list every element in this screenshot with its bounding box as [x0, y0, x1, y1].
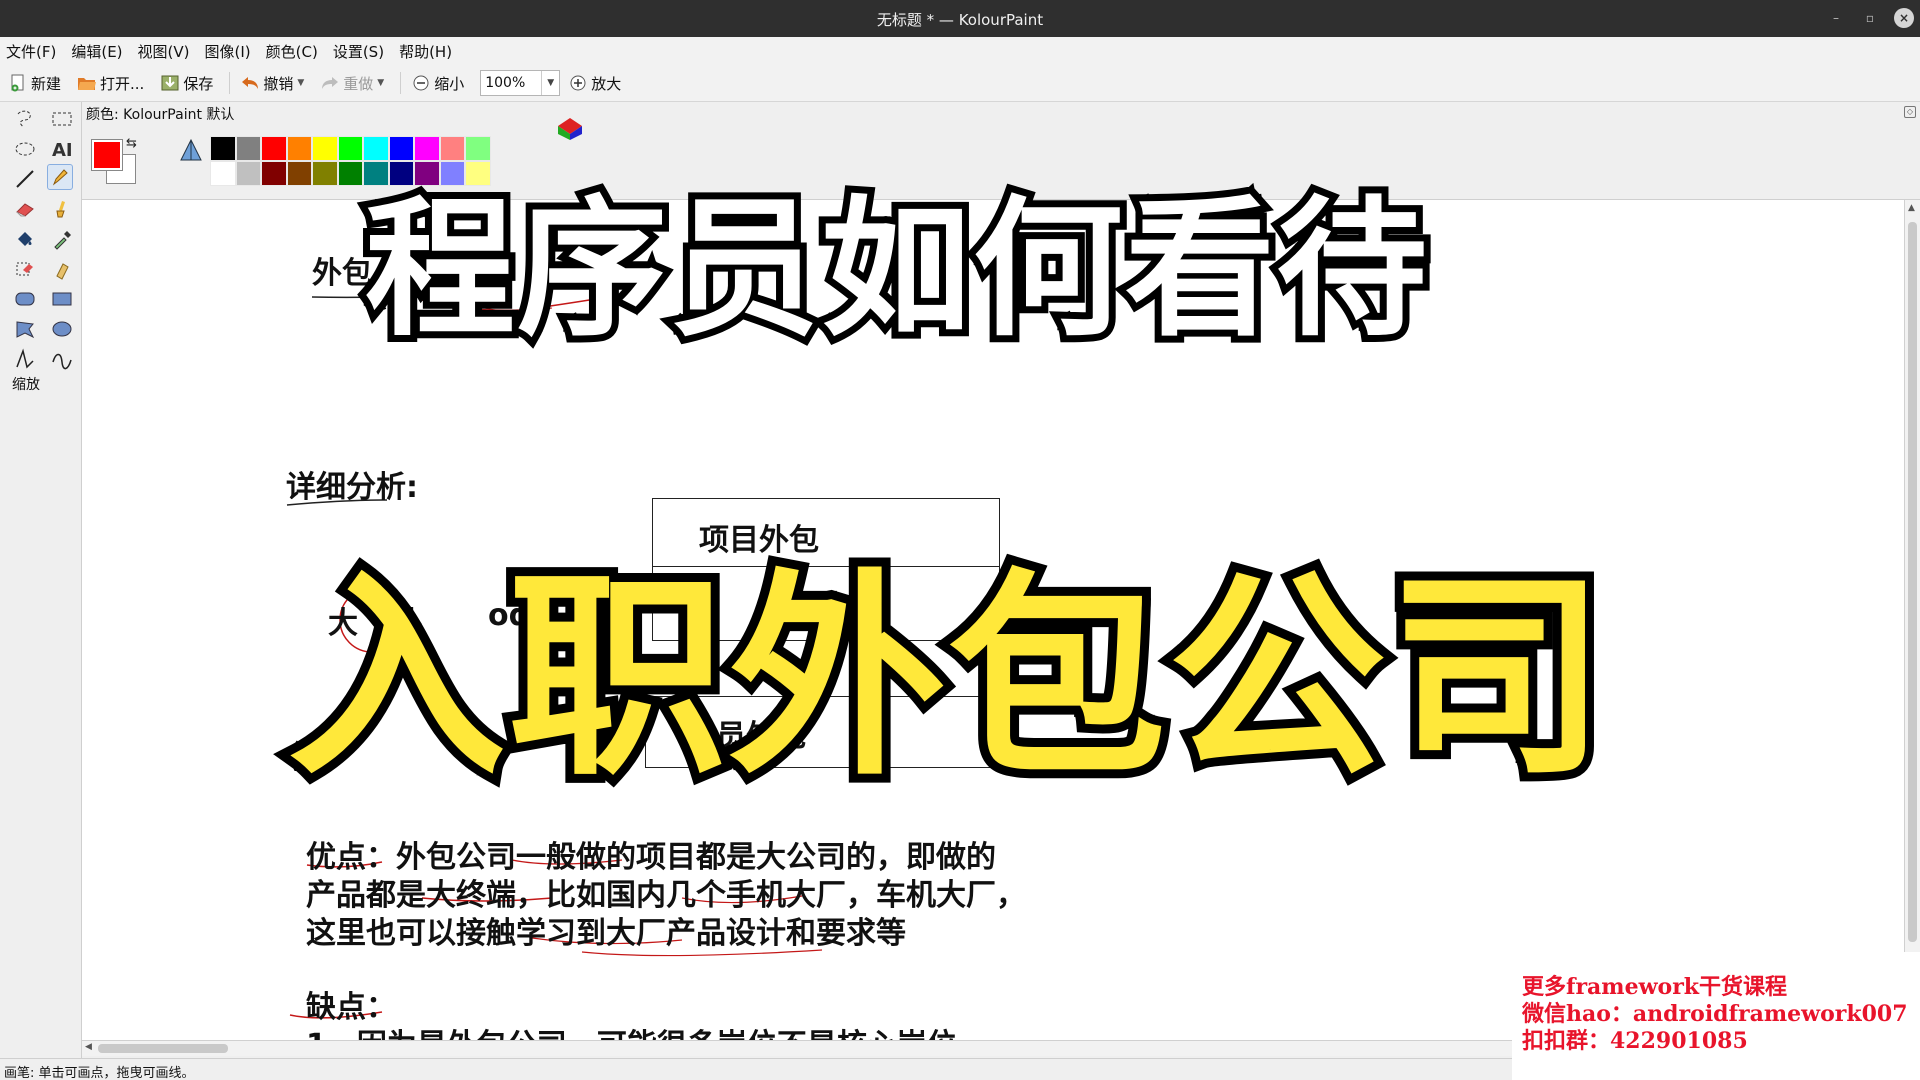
- color-swatch[interactable]: [312, 136, 338, 161]
- new-button[interactable]: 新建: [8, 73, 61, 94]
- color-swatch[interactable]: [337, 161, 363, 186]
- rounded-rect-icon[interactable]: [12, 286, 38, 312]
- color-swatch[interactable]: [286, 161, 312, 186]
- main-toolbar: 新建 打开... 保存 撤销 ▼ 重做 ▼ 缩小 100% ▼ 放大: [0, 65, 1920, 102]
- color-swatch[interactable]: [210, 161, 236, 186]
- svg-text:AI: AI: [52, 140, 73, 160]
- zoom-value[interactable]: 100%: [481, 75, 541, 91]
- color-swatch[interactable]: [312, 161, 338, 186]
- eraser-icon[interactable]: [12, 196, 38, 222]
- open-button-label: 打开...: [100, 74, 145, 93]
- rect-select-icon[interactable]: [49, 106, 75, 132]
- undo-button-label: 撤销: [263, 74, 294, 93]
- cons-line-1: 1、因为是外包公司，可能很多岗位不是核心岗位: [306, 1020, 957, 1040]
- color-similarity-icon[interactable]: [178, 138, 204, 164]
- window-title: 无标题 * — KolourPaint: [876, 11, 1044, 29]
- menu-help[interactable]: 帮助(H): [399, 41, 452, 62]
- horizontal-scroll-thumb[interactable]: [98, 1044, 228, 1053]
- promo-line-2: 微信hao：androidframework007: [1522, 1001, 1908, 1027]
- undo-icon: [242, 77, 259, 89]
- promo-line-1: 更多framework干货课程: [1522, 974, 1788, 1000]
- zoom-in-label: 放大: [591, 74, 622, 93]
- toolbar-separator: [400, 72, 402, 94]
- menu-settings[interactable]: 设置(S): [333, 41, 384, 62]
- polyline-icon[interactable]: [12, 346, 38, 372]
- save-button[interactable]: 保存: [160, 73, 213, 94]
- kolourpaint-window: 无标题 * — KolourPaint – ▫ × 文件(F) 编辑(E) 视图…: [0, 0, 1920, 1080]
- zoom-in-icon: [570, 75, 586, 91]
- undo-button[interactable]: 撤销 ▼: [240, 73, 304, 94]
- menu-image[interactable]: 图像(I): [205, 41, 251, 62]
- color-swatch[interactable]: [286, 136, 312, 161]
- spraycan-icon[interactable]: [49, 256, 75, 282]
- menu-bar: 文件(F) 编辑(E) 视图(V) 图像(I) 颜色(C) 设置(S) 帮助(H…: [0, 37, 1920, 65]
- fg-bg-color-selector[interactable]: ⇆: [88, 136, 138, 184]
- zoom-out-label: 缩小: [434, 74, 465, 93]
- save-button-label: 保存: [183, 74, 214, 93]
- color-picker-icon[interactable]: [49, 226, 75, 252]
- chevron-down-icon[interactable]: ▼: [541, 71, 559, 95]
- rectangle-icon[interactable]: [49, 286, 75, 312]
- status-text: 画笔: 单击可画点，拖曳可画线。: [4, 1066, 195, 1080]
- free-form-select-icon[interactable]: [12, 106, 38, 132]
- color-swatch[interactable]: [235, 161, 261, 186]
- zoom-out-icon: [413, 75, 429, 91]
- ellipse-icon[interactable]: [49, 316, 75, 342]
- flood-fill-icon[interactable]: [12, 226, 38, 252]
- redo-button-label: 重做: [343, 74, 374, 93]
- overlay-title-line-2: 入职外包公司: [279, 543, 1615, 814]
- vertical-scroll-thumb[interactable]: [1908, 222, 1917, 942]
- zoom-out-button[interactable]: 缩小: [411, 73, 464, 94]
- maximize-button[interactable]: ▫: [1860, 8, 1880, 28]
- color-swatch[interactable]: [337, 136, 363, 161]
- text-tool-icon[interactable]: AI: [49, 136, 75, 162]
- color-swatch[interactable]: [261, 161, 287, 186]
- folder-open-icon: [78, 78, 97, 90]
- vertical-scrollbar[interactable]: ▲: [1904, 200, 1920, 1040]
- undo-dropdown-icon[interactable]: ▼: [297, 78, 304, 88]
- color-swatch[interactable]: [261, 136, 287, 161]
- redo-dropdown-icon[interactable]: ▼: [377, 78, 384, 88]
- zoom-in-button[interactable]: 放大: [568, 73, 621, 94]
- scroll-left-icon[interactable]: ◀: [85, 1042, 92, 1052]
- save-icon: [161, 75, 179, 91]
- color-scheme-label: 颜色: KolourPaint 默认: [86, 107, 235, 123]
- redo-button[interactable]: 重做 ▼: [320, 73, 384, 94]
- toolbar-separator: [229, 72, 231, 94]
- overlay-title-line-1: 程序员如何看待: [358, 176, 1434, 364]
- open-button[interactable]: 打开...: [77, 73, 144, 94]
- dock-float-icon[interactable]: ◇: [1904, 106, 1916, 118]
- new-button-label: 新建: [31, 74, 62, 93]
- doc-heading-top: 外包: [312, 256, 372, 291]
- close-button[interactable]: ×: [1894, 8, 1914, 28]
- brush-icon[interactable]: [49, 196, 75, 222]
- ellipse-select-icon[interactable]: [12, 136, 38, 162]
- zoom-tool-label[interactable]: 缩放: [12, 374, 40, 394]
- color-eraser-icon[interactable]: [12, 256, 38, 282]
- menu-view[interactable]: 视图(V): [138, 41, 190, 62]
- pros-line-3: 这里也可以接触学习到大厂产品设计和要求等: [306, 916, 906, 951]
- zoom-combo[interactable]: 100% ▼: [480, 70, 561, 96]
- foreground-color[interactable]: [91, 139, 123, 171]
- redo-icon: [322, 77, 339, 89]
- menu-colors[interactable]: 颜色(C): [266, 41, 318, 62]
- pen-tool-icon[interactable]: [47, 164, 73, 190]
- swap-colors-icon[interactable]: ⇆: [126, 136, 137, 151]
- promo-watermark: 更多framework干货课程 微信hao：androidframework00…: [1512, 952, 1920, 1080]
- menu-file[interactable]: 文件(F): [6, 41, 56, 62]
- curve-icon[interactable]: [49, 346, 75, 372]
- title-bar: 无标题 * — KolourPaint – ▫ ×: [0, 0, 1920, 37]
- tool-box: AI 缩放: [0, 102, 82, 1058]
- polygon-icon[interactable]: [12, 316, 38, 342]
- promo-line-3: 扣扣群：422901085: [1522, 1028, 1748, 1054]
- color-swatch[interactable]: [235, 136, 261, 161]
- color-cube-icon: [558, 118, 582, 140]
- scroll-up-icon[interactable]: ▲: [1908, 203, 1915, 213]
- new-file-icon: [11, 74, 24, 92]
- line-tool-icon[interactable]: [12, 166, 38, 192]
- minimize-button[interactable]: –: [1826, 8, 1846, 28]
- color-swatch[interactable]: [210, 136, 236, 161]
- menu-edit[interactable]: 编辑(E): [71, 41, 122, 62]
